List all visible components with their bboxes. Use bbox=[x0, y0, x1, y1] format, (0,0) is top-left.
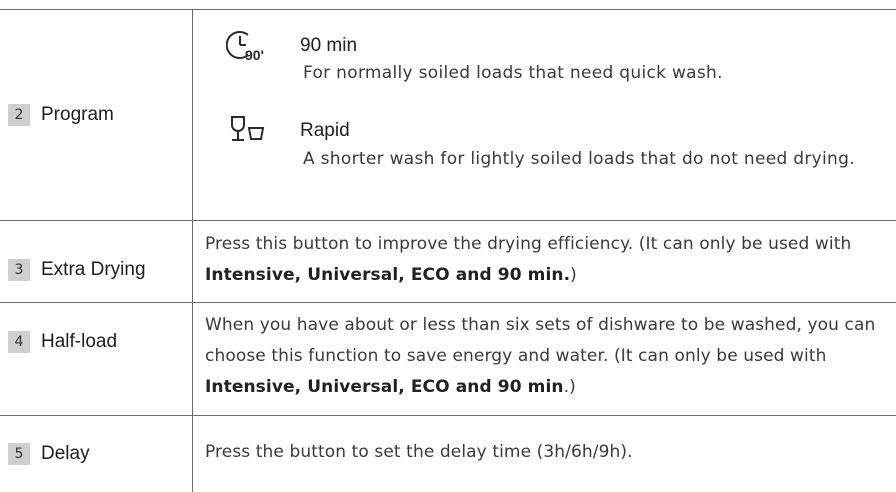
clock-90-icon: 90' bbox=[225, 27, 272, 67]
row-number-badge: 4 bbox=[8, 331, 30, 353]
program-title-rapid: Rapid bbox=[300, 120, 350, 141]
extra-drying-description: Press this button to improve the drying … bbox=[205, 234, 852, 285]
row-number-badge: 3 bbox=[8, 259, 30, 281]
delay-description: Press the button to set the delay time (… bbox=[205, 442, 633, 462]
row-divider bbox=[0, 415, 896, 416]
half-load-description: When you have about or less than six set… bbox=[205, 315, 876, 397]
program-description-90min: For normally soiled loads that need quic… bbox=[303, 63, 723, 83]
row-number-badge: 5 bbox=[8, 443, 30, 465]
table-top-rule bbox=[0, 9, 896, 10]
program-description-rapid: A shorter wash for lightly soiled loads … bbox=[303, 149, 855, 169]
svg-text:90': 90' bbox=[245, 47, 264, 63]
glass-and-cup-icon bbox=[229, 115, 269, 149]
row-label-program: Program bbox=[41, 104, 114, 125]
column-divider bbox=[192, 9, 193, 492]
program-title-90min: 90 min bbox=[300, 35, 358, 56]
row-divider bbox=[0, 302, 896, 303]
row-divider bbox=[0, 220, 896, 221]
row-number-badge: 2 bbox=[8, 104, 30, 126]
row-label-extra-drying: Extra Drying bbox=[41, 259, 146, 280]
row-label-delay: Delay bbox=[41, 443, 90, 464]
row-label-half-load: Half-load bbox=[41, 331, 118, 352]
